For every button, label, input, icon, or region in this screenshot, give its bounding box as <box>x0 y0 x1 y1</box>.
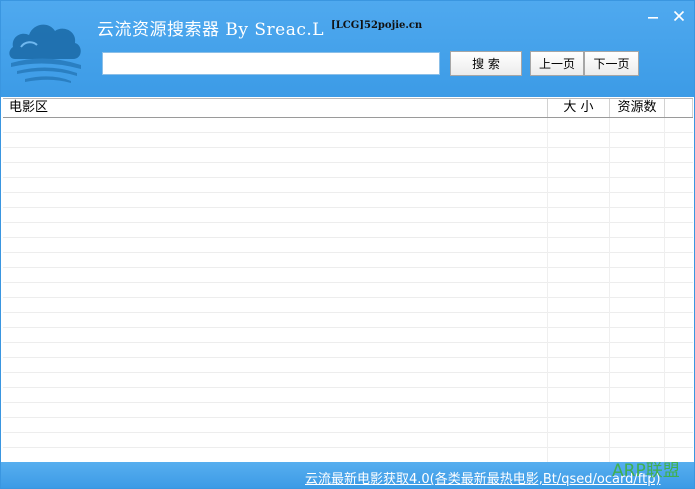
minimize-button[interactable] <box>644 7 662 25</box>
column-header-extra[interactable] <box>665 99 693 117</box>
table-row[interactable] <box>3 178 693 193</box>
table-row[interactable] <box>3 358 693 373</box>
title-suffix: [LCG]52pojie.cn <box>331 20 423 31</box>
next-page-button[interactable]: 下一页 <box>584 51 639 76</box>
table-row[interactable] <box>3 253 693 268</box>
table-row[interactable] <box>3 373 693 388</box>
close-icon <box>673 10 685 22</box>
table-row[interactable] <box>3 328 693 343</box>
column-divider <box>547 118 548 462</box>
cloud-logo-icon <box>9 24 81 83</box>
column-header-resource-count[interactable]: 资源数 <box>610 99 665 117</box>
table-row[interactable] <box>3 418 693 433</box>
search-input[interactable] <box>102 52 440 75</box>
table-row[interactable] <box>3 133 693 148</box>
table-row[interactable] <box>3 223 693 238</box>
table-row[interactable] <box>3 313 693 328</box>
close-button[interactable] <box>670 7 688 25</box>
table-row[interactable] <box>3 403 693 418</box>
table-header: 电影区 大 小 资源数 <box>3 99 693 118</box>
table-row[interactable] <box>3 298 693 313</box>
table-row[interactable] <box>3 163 693 178</box>
window-title: 云流资源搜索器 By Sreac.L <box>97 20 325 40</box>
table-row[interactable] <box>3 283 693 298</box>
column-divider <box>664 118 665 462</box>
table-row[interactable] <box>3 238 693 253</box>
results-table[interactable]: 电影区 大 小 资源数 <box>3 98 693 462</box>
minimize-icon <box>648 17 658 19</box>
table-row[interactable] <box>3 268 693 283</box>
column-header-size[interactable]: 大 小 <box>548 99 610 117</box>
table-body <box>3 118 693 462</box>
table-row[interactable] <box>3 448 693 462</box>
table-row[interactable] <box>3 388 693 403</box>
column-header-movies[interactable]: 电影区 <box>3 99 548 117</box>
table-row[interactable] <box>3 343 693 358</box>
table-row[interactable] <box>3 433 693 448</box>
table-row[interactable] <box>3 118 693 133</box>
app-window: 云流资源搜索器 By Sreac.L [LCG]52pojie.cn 搜 索 上… <box>0 0 695 489</box>
table-row[interactable] <box>3 148 693 163</box>
status-bar: 云流最新电影获取4.0(各类最新最热电影,Bt/qsed/ocard/ftp) <box>1 462 694 488</box>
table-row[interactable] <box>3 193 693 208</box>
title-bar: 云流资源搜索器 By Sreac.L [LCG]52pojie.cn 搜 索 上… <box>1 1 694 97</box>
watermark-text: ARP联盟 <box>612 461 680 481</box>
column-divider <box>609 118 610 462</box>
table-row[interactable] <box>3 208 693 223</box>
search-button[interactable]: 搜 索 <box>450 51 522 76</box>
prev-page-button[interactable]: 上一页 <box>530 51 584 76</box>
